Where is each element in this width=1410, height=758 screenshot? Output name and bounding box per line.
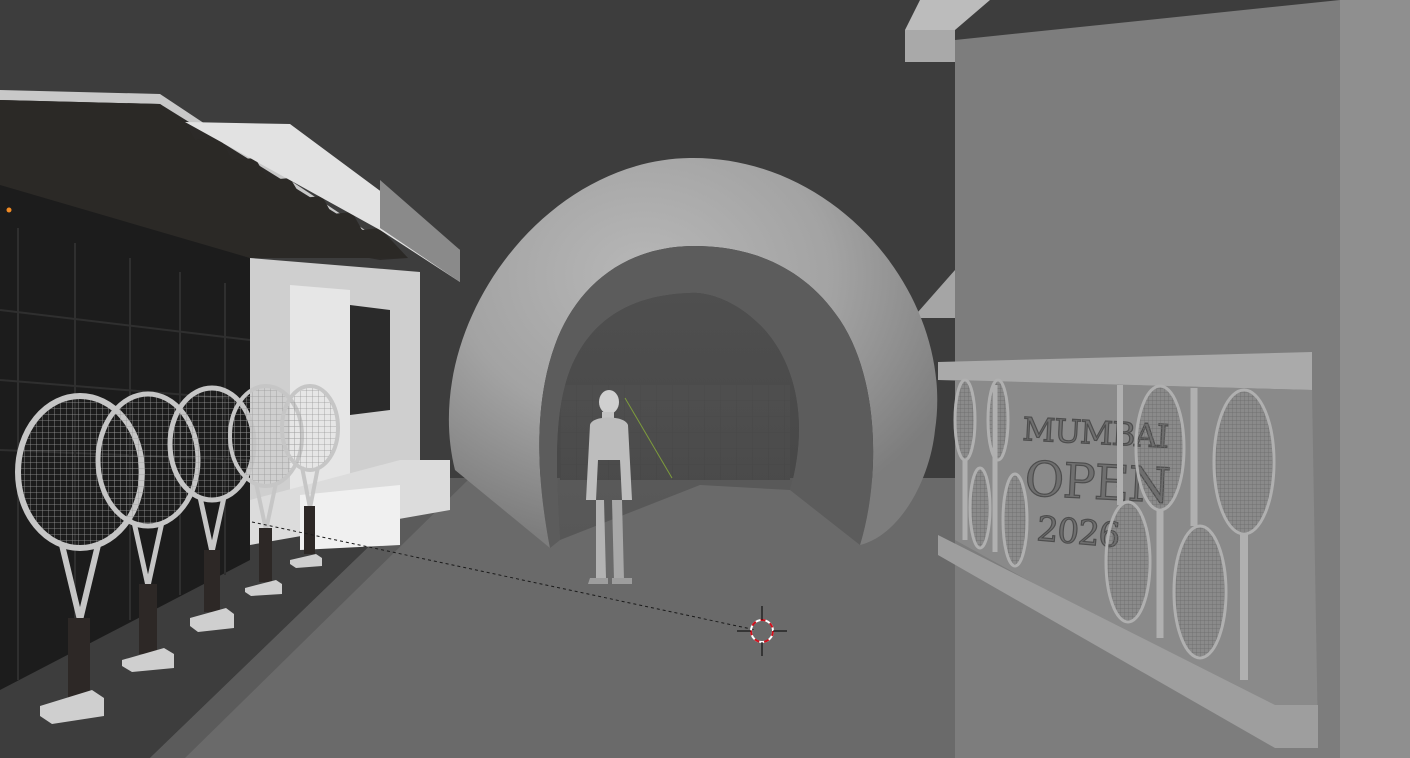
building-right-edge — [1340, 0, 1410, 758]
roof-right-wing-face — [380, 180, 460, 282]
object-origin-dot[interactable] — [6, 207, 12, 213]
viewport-scene[interactable]: MUMBAI OPEN 2026 — [0, 0, 1410, 758]
building-right-top2 — [905, 30, 955, 62]
building-right-stairs — [918, 270, 955, 318]
building-right-top — [905, 0, 990, 30]
3d-viewport[interactable]: MUMBAI OPEN 2026 — [0, 0, 1410, 758]
building-window — [350, 305, 390, 415]
